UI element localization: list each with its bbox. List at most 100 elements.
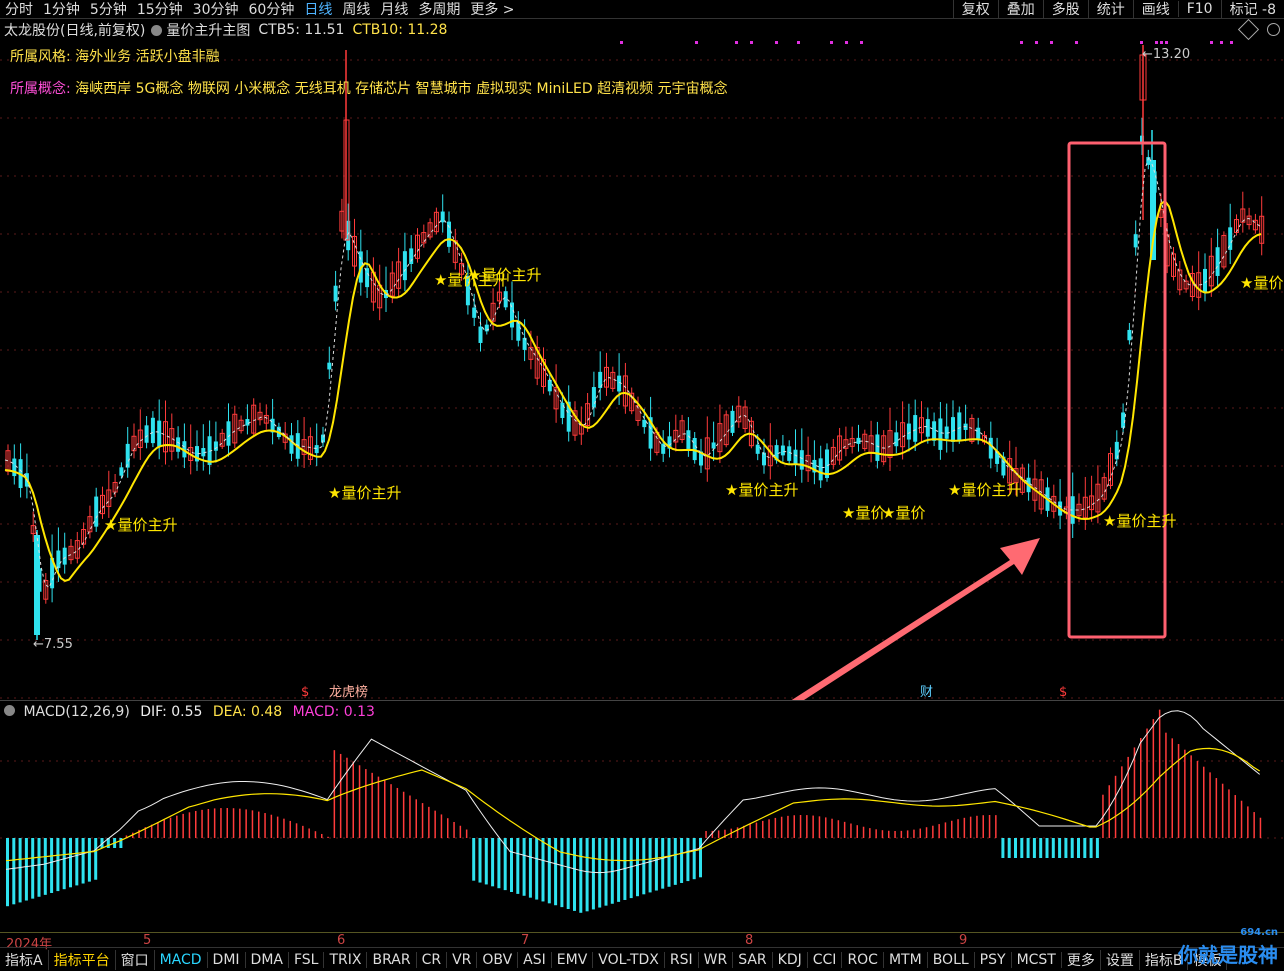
window-tab[interactable]: 窗口 bbox=[116, 949, 155, 970]
indicator-platform-tab[interactable]: 指标平台 bbox=[49, 949, 116, 970]
indicator-tab[interactable]: KDJ bbox=[773, 951, 808, 968]
indicator-tab[interactable]: ASI bbox=[518, 951, 552, 968]
macd-bar bbox=[818, 816, 821, 838]
macd-tab[interactable]: MACD bbox=[155, 951, 208, 968]
macd-bar bbox=[1014, 838, 1017, 858]
concept-label: 所属概念: bbox=[10, 81, 71, 97]
candle-body bbox=[1114, 441, 1119, 460]
period-tab[interactable]: 60分钟 bbox=[244, 0, 300, 19]
macd-bar bbox=[491, 838, 495, 887]
macd-bar bbox=[591, 838, 595, 910]
indicator-name[interactable]: 量价主升主图 bbox=[166, 20, 250, 40]
settings-tab[interactable]: 设置 bbox=[1101, 949, 1140, 970]
indicator-tab[interactable]: TRIX bbox=[324, 951, 368, 968]
gear-icon[interactable] bbox=[4, 705, 15, 716]
period-tab[interactable]: 周线 bbox=[337, 0, 375, 19]
gear-icon[interactable] bbox=[151, 24, 163, 36]
indicator-tab[interactable]: CR bbox=[417, 951, 448, 968]
period-tab[interactable]: 月线 bbox=[375, 0, 413, 19]
fuquan-button[interactable]: 复权 bbox=[952, 0, 998, 19]
period-tab-daily[interactable]: 日线 bbox=[299, 0, 337, 19]
candle-body bbox=[799, 450, 804, 470]
indicator-tab[interactable]: ROC bbox=[842, 951, 884, 968]
concept-value: 海峡西岸 5G概念 物联网 小米概念 无线耳机 存储芯片 智慧城市 虚拟现实 M… bbox=[75, 81, 728, 97]
indicator-tab[interactable]: 指标A bbox=[0, 949, 49, 970]
macd-bar bbox=[1114, 775, 1117, 838]
overlay-button[interactable]: 叠加 bbox=[997, 0, 1043, 19]
macd-pane[interactable]: MACD(12,26,9) DIF: 0.55 DEA: 0.48 MACD: … bbox=[0, 700, 1284, 933]
settings-circle-icon[interactable] bbox=[1267, 23, 1280, 36]
indicator-tab[interactable]: MCST bbox=[1012, 951, 1062, 968]
candle-body bbox=[245, 419, 250, 426]
f10-button[interactable]: F10 bbox=[1177, 1, 1221, 17]
macd-bar bbox=[6, 838, 9, 907]
macd-bar bbox=[913, 829, 915, 838]
candle-body bbox=[1203, 268, 1207, 293]
indicator-tab[interactable]: DMA bbox=[246, 951, 289, 968]
draw-line-button[interactable]: 画线 bbox=[1132, 0, 1178, 19]
indicator-tab[interactable]: CCI bbox=[808, 951, 843, 968]
date-label: 7 bbox=[521, 933, 530, 948]
macd-bar bbox=[774, 817, 777, 838]
period-tab[interactable]: 1分钟 bbox=[38, 0, 85, 19]
macd-bar bbox=[472, 838, 476, 881]
indicator-tab[interactable]: DMI bbox=[208, 951, 246, 968]
macd-bar bbox=[862, 826, 865, 838]
candle-body bbox=[119, 467, 124, 476]
candle-body bbox=[780, 445, 785, 456]
macd-title[interactable]: MACD(12,26,9) bbox=[23, 704, 129, 720]
candle-body bbox=[213, 441, 218, 451]
candlestick-pane[interactable]: ★量价主升★量价主升★量价主升★量价主升★量价主升★量价主升★量价主升★量价主升… bbox=[0, 40, 1284, 700]
period-tab[interactable]: 多周期 bbox=[413, 0, 465, 19]
indicator-tab[interactable]: WR bbox=[699, 951, 734, 968]
marker-dot bbox=[797, 41, 800, 44]
indicator-tab[interactable]: EMV bbox=[552, 951, 594, 968]
macd-bar bbox=[1171, 738, 1173, 838]
indicator-tab[interactable]: OBV bbox=[477, 951, 519, 968]
more-indicators-tab[interactable]: 更多 bbox=[1062, 949, 1101, 970]
macd-bar bbox=[339, 753, 342, 838]
period-tab[interactable]: 15分钟 bbox=[132, 0, 188, 19]
indicator-tab[interactable]: MTM bbox=[884, 951, 928, 968]
indicator-tab[interactable]: BRAR bbox=[367, 951, 417, 968]
macd-bar bbox=[239, 808, 241, 838]
indicator-tab[interactable]: BOLL bbox=[928, 951, 975, 968]
period-tab[interactable]: 分时 bbox=[0, 0, 38, 19]
macd-bar bbox=[69, 838, 72, 888]
macd-bar bbox=[869, 828, 871, 838]
macd-bar bbox=[522, 838, 526, 896]
candle-body bbox=[12, 458, 17, 477]
macd-bar bbox=[1077, 838, 1080, 858]
low-price-label: ←7.55 bbox=[33, 637, 73, 652]
macd-bar bbox=[447, 818, 449, 838]
signal-label: ★量价主升 bbox=[725, 481, 798, 499]
candle-body bbox=[547, 379, 552, 392]
indicator-tab[interactable]: PSY bbox=[975, 951, 1012, 968]
indicator-tab[interactable]: VR bbox=[447, 951, 478, 968]
macd-bar bbox=[736, 827, 739, 838]
macd-bar bbox=[1259, 817, 1262, 838]
indicator-tab[interactable]: SAR bbox=[733, 951, 773, 968]
macd-bar bbox=[573, 838, 576, 911]
indicator-tab[interactable]: FSL bbox=[289, 951, 325, 968]
macd-bar bbox=[1158, 709, 1161, 838]
multi-stock-button[interactable]: 多股 bbox=[1042, 0, 1088, 19]
signal-label: ★量价主升 bbox=[328, 484, 401, 502]
macd-bar bbox=[358, 765, 361, 838]
diamond-icon[interactable] bbox=[1237, 18, 1260, 41]
macd-bar bbox=[176, 815, 178, 838]
candle-body bbox=[642, 419, 647, 428]
mark-button[interactable]: 标记 -8 bbox=[1220, 0, 1284, 19]
macd-bar bbox=[881, 830, 884, 838]
macd-bar bbox=[510, 838, 513, 892]
date-axis: 2024年 5 6 7 8 9 bbox=[0, 932, 1284, 952]
stats-button[interactable]: 统计 bbox=[1087, 0, 1133, 19]
period-tab[interactable]: 5分钟 bbox=[85, 0, 132, 19]
period-tab[interactable]: 30分钟 bbox=[188, 0, 244, 19]
macd-bar bbox=[453, 821, 455, 838]
macd-bar bbox=[188, 812, 191, 838]
indicator-tab[interactable]: RSI bbox=[665, 951, 699, 968]
candle-body bbox=[402, 251, 407, 281]
more-periods-button[interactable]: 更多 > bbox=[465, 0, 519, 19]
indicator-tab[interactable]: VOL-TDX bbox=[593, 951, 665, 968]
